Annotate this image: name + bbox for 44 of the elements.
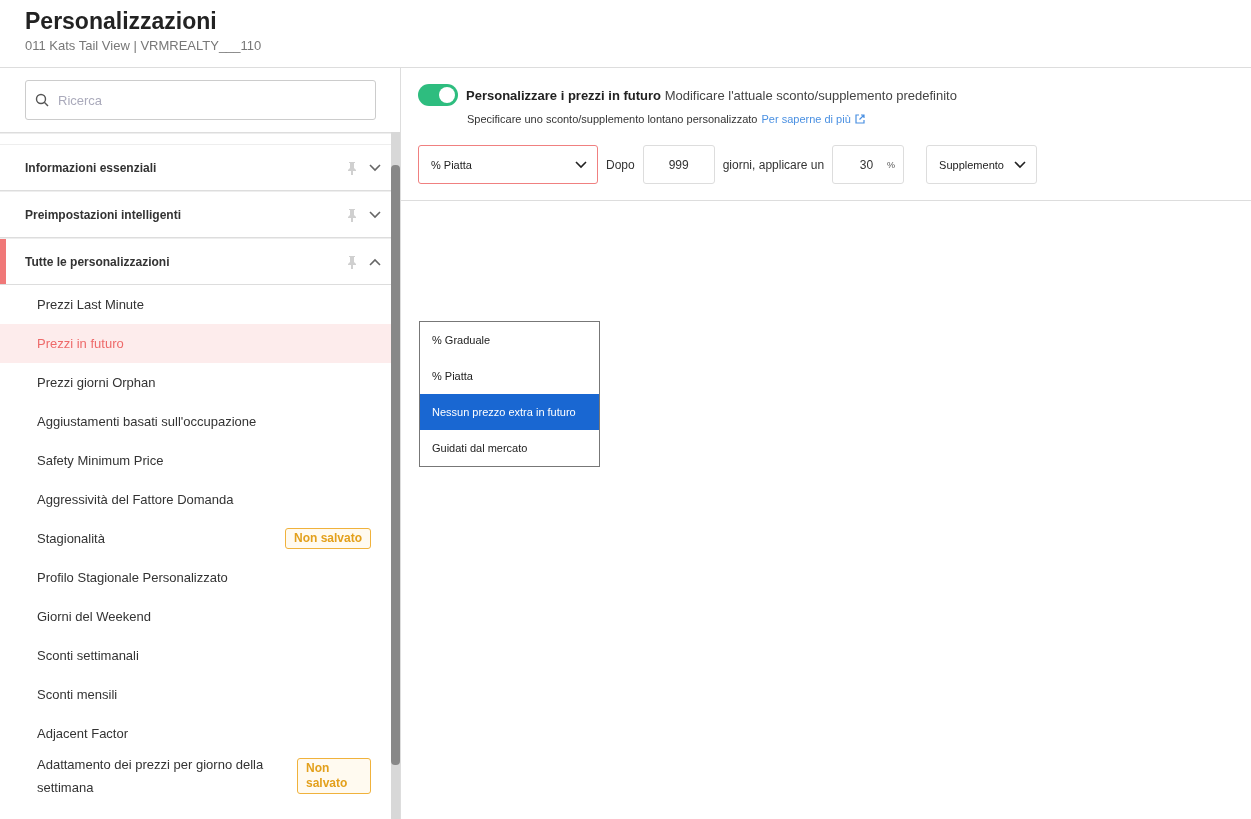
pin-icon[interactable] [347, 254, 357, 269]
toggle-switch[interactable] [418, 84, 458, 106]
scrollbar[interactable] [391, 132, 400, 819]
status-badge: Non salvato [285, 528, 371, 549]
type-dropdown[interactable]: Supplemento [926, 145, 1037, 184]
external-link-icon [854, 114, 865, 124]
chevron-down-icon [575, 160, 587, 169]
sidebar-item[interactable]: Prezzi giorni Orphan [0, 363, 391, 402]
field-label: Dopo [606, 157, 635, 172]
setting-heading: Personalizzare i prezzi in futuro Modificare l'attuale sconto/supplemento predefinito [466, 87, 957, 103]
dropdown-option[interactable]: Guidati dal mercato [420, 430, 599, 466]
sidebar-item[interactable]: Profilo Stagionale Personalizzato [0, 558, 391, 597]
page-subtitle: 011 Kats Tail View | VRMREALTY___110 [25, 38, 263, 53]
dropdown-option[interactable]: Nessun prezzo extra in futuro [420, 394, 599, 430]
sidebar-section[interactable]: Tutte le personalizzazioni [0, 238, 391, 285]
mode-dropdown[interactable]: % Piatta [418, 145, 598, 184]
chevron-down-icon [369, 210, 381, 219]
sidebar-section[interactable]: Informazioni essenziali [0, 144, 391, 191]
sidebar-item[interactable]: Prezzi Last Minute [0, 285, 391, 324]
pin-icon[interactable] [347, 160, 357, 175]
sidebar-item[interactable]: Adattamento dei prezzi per giorno della settimana Non salvato [0, 753, 391, 799]
pin-icon[interactable] [347, 207, 357, 222]
sidebar-item[interactable]: Stagionalità Non salvato [0, 519, 391, 558]
helper-text: Specificare uno sconto/supplemento lontano personalizzato [467, 113, 758, 125]
dropdown-option[interactable]: % Graduale [420, 322, 599, 358]
sidebar-item[interactable]: Aggiustamenti basati sull'occupazione [0, 402, 391, 441]
sidebar-item[interactable]: Aggressività del Fattore Domanda [0, 480, 391, 519]
sidebar-item[interactable]: Giorni del Weekend [0, 597, 391, 636]
field-label: giorni, applicare un [722, 157, 825, 172]
sidebar-section[interactable]: Preimpostazioni intelligenti [0, 191, 391, 238]
search-field[interactable]: Ricerca [25, 80, 376, 120]
sidebar-item[interactable]: Adjacent Factor [0, 714, 391, 753]
chevron-up-icon [369, 257, 381, 266]
status-badge: Non salvato [297, 758, 371, 794]
chevron-down-icon [369, 163, 381, 172]
days-input[interactable]: 999 [642, 145, 715, 184]
percent-input[interactable]: 30 % [832, 145, 905, 184]
search-icon [35, 93, 49, 107]
page-title: Personalizzazioni [25, 8, 218, 35]
sidebar-item[interactable]: Sconti settimanali [0, 636, 391, 675]
sidebar-item[interactable]: Safety Minimum Price [0, 441, 391, 480]
dropdown-option[interactable]: % Piatta [420, 358, 599, 394]
sidebar-item[interactable]: Sconti mensili [0, 675, 391, 714]
chevron-down-icon [1013, 160, 1026, 169]
